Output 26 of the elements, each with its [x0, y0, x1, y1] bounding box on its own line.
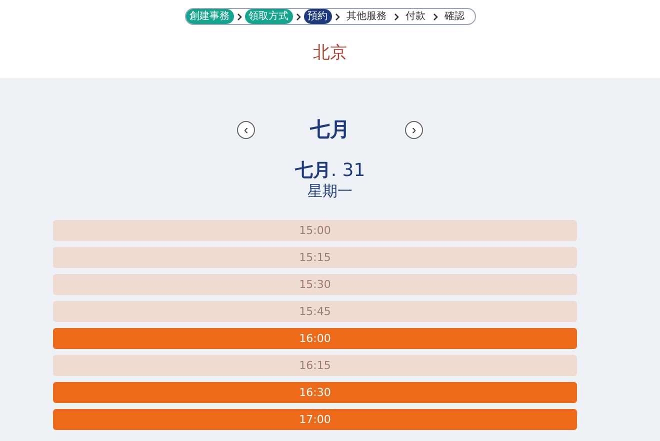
previous-month-button[interactable]: ‹	[237, 120, 255, 138]
time-slot-button[interactable]: 15:45	[53, 301, 577, 322]
time-slot-button[interactable]: 17:00	[53, 409, 577, 430]
chevron-icon	[334, 12, 340, 20]
date-day: . 31	[330, 160, 366, 181]
step-label: 創建事務	[186, 9, 234, 24]
chevron-icon	[296, 12, 300, 20]
weekday-label: 星期一	[308, 182, 352, 201]
step-label: 預約	[304, 9, 332, 24]
step-label: 其他服務	[346, 10, 388, 24]
chevron-icon	[432, 12, 438, 20]
date-month: 七月	[294, 159, 331, 182]
time-slot-button[interactable]: 15:15	[53, 247, 577, 268]
city-title: 北京	[313, 42, 347, 64]
chevron-icon	[394, 12, 398, 20]
step-label: 領取方式	[244, 9, 292, 24]
time-slot-button[interactable]: 16:15	[53, 355, 577, 376]
step-label: 確認	[444, 10, 466, 24]
time-slot-button[interactable]: 15:00	[53, 220, 577, 241]
time-slot-button[interactable]: 16:30	[53, 382, 577, 403]
step-label: 付款	[404, 10, 426, 24]
time-slot-button[interactable]: 15:30	[53, 274, 577, 295]
chevron-icon	[236, 12, 242, 20]
time-slot-button[interactable]: 16:00	[53, 328, 577, 349]
next-month-button[interactable]: ›	[405, 120, 423, 138]
month-title: 七月	[308, 116, 351, 143]
